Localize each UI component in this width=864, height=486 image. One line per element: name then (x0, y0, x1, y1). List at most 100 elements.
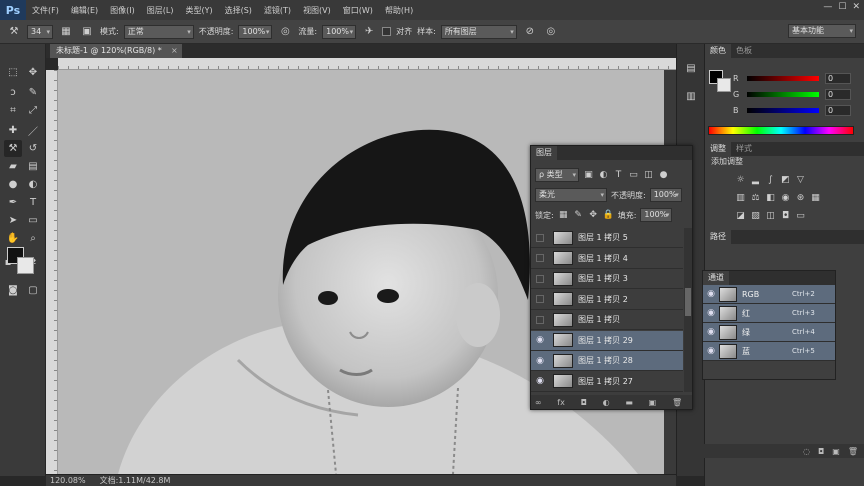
channel-mixer-icon[interactable]: ⊛ (795, 192, 806, 203)
lock-pixels-icon[interactable]: ✎ (573, 210, 584, 221)
pressure-size-icon[interactable]: ◎ (543, 24, 559, 40)
layer-name[interactable]: 图层 1 拷贝 27 (578, 376, 633, 387)
layer-row[interactable]: ◉ 图层 1 拷贝 27 (531, 372, 683, 392)
pressure-opacity-icon[interactable]: ◎ (277, 24, 293, 40)
dodge-tool-icon[interactable]: ◐ (24, 176, 42, 193)
document-tab[interactable]: 未标题-1 @ 120%(RGB/8) * × (50, 44, 182, 58)
lock-transparent-icon[interactable]: ▦ (558, 210, 569, 221)
layer-name[interactable]: 图层 1 拷贝 2 (578, 294, 628, 305)
layer-name[interactable]: 图层 1 拷贝 3 (578, 273, 628, 284)
layer-style-icon[interactable]: fx (557, 398, 565, 407)
tab-layers[interactable]: 图层 (531, 146, 557, 160)
eye-icon[interactable]: ◉ (703, 342, 719, 361)
eraser-tool-icon[interactable]: ▰ (4, 158, 22, 175)
vibrance-icon[interactable]: ▽ (795, 174, 806, 185)
filter-smart-icon[interactable]: ◫ (643, 170, 654, 181)
layer-name[interactable]: 图层 1 拷贝 4 (578, 253, 628, 264)
gradient-tool-icon[interactable]: ▤ (24, 158, 42, 175)
menu-type[interactable]: 类型(Y) (179, 5, 218, 16)
channel-row-rgb[interactable]: ◉ RGB Ctrl+2 (703, 285, 835, 304)
layer-row[interactable]: ◉ 图层 1 拷贝 29 (531, 330, 683, 351)
new-group-icon[interactable]: ▬ (625, 398, 633, 407)
zoom-tool-icon[interactable]: ⌕ (24, 230, 42, 247)
tab-adjustments[interactable]: 调整 (705, 142, 731, 156)
eye-icon[interactable]: ◉ (531, 351, 549, 371)
type-tool-icon[interactable]: T (24, 194, 42, 211)
clone-source-icon[interactable]: ▣ (79, 24, 95, 40)
menu-layer[interactable]: 图层(L) (141, 5, 180, 16)
marquee-tool-icon[interactable]: ⬚ (4, 64, 22, 81)
menu-image[interactable]: 图像(I) (104, 5, 141, 16)
invert-icon[interactable]: ◪ (735, 210, 746, 221)
blue-slider[interactable] (747, 107, 819, 113)
eye-icon[interactable]: ◉ (703, 304, 719, 323)
menu-window[interactable]: 窗口(W) (337, 5, 379, 16)
menu-view[interactable]: 视图(V) (297, 5, 337, 16)
airbrush-icon[interactable]: ✈ (361, 24, 377, 40)
eye-icon[interactable]: ◉ (703, 323, 719, 342)
visibility-toggle[interactable] (531, 289, 549, 309)
layer-name[interactable]: 图层 1 拷贝 29 (578, 335, 633, 346)
layer-row[interactable]: 图层 1 拷贝 3 (531, 269, 683, 289)
selective-color-icon[interactable]: ◘ (780, 210, 791, 221)
layer-row[interactable]: ◉ 图层 1 拷贝 28 (531, 351, 683, 371)
tab-swatches[interactable]: 色板 (731, 44, 757, 58)
load-selection-icon[interactable]: ◌ (803, 447, 810, 456)
menu-filter[interactable]: 滤镜(T) (258, 5, 297, 16)
add-mask-icon[interactable]: ◘ (581, 398, 587, 407)
layer-list-scrollbar[interactable] (684, 228, 692, 392)
crop-tool-icon[interactable]: ⌗ (4, 102, 22, 119)
lasso-tool-icon[interactable]: ↄ (4, 84, 22, 101)
visibility-toggle[interactable] (531, 269, 549, 289)
lock-all-icon[interactable]: 🔒 (603, 210, 614, 221)
eye-icon[interactable]: ◉ (703, 285, 719, 304)
channel-row-red[interactable]: ◉ 红 Ctrl+3 (703, 304, 835, 323)
layer-row[interactable]: 图层 1 拷贝 4 (531, 249, 683, 269)
layer-name[interactable]: 图层 1 拷贝 (578, 314, 620, 325)
channel-row-green[interactable]: ◉ 绿 Ctrl+4 (703, 323, 835, 342)
layer-row[interactable]: 图层 1 拷贝 2 (531, 290, 683, 310)
hue-saturation-icon[interactable]: ▥ (735, 192, 746, 203)
healing-brush-tool-icon[interactable]: ✚ (4, 122, 22, 139)
path-select-tool-icon[interactable]: ➤ (4, 212, 22, 229)
eyedropper-tool-icon[interactable]: ⤢ (24, 102, 42, 119)
filter-type-icon[interactable]: T (613, 170, 624, 181)
blue-value[interactable]: 0 (825, 104, 851, 116)
fill-input[interactable]: 100% (640, 208, 673, 222)
gradient-map-icon[interactable]: ▭ (795, 210, 806, 221)
sample-select[interactable]: 所有图层 (440, 24, 517, 39)
maximize-button[interactable]: ☐ (838, 2, 846, 12)
layer-row[interactable]: 图层 1 拷贝 (531, 310, 683, 330)
background-color-swatch[interactable] (17, 257, 34, 274)
layer-opacity-input[interactable]: 100% (649, 188, 682, 202)
layer-filter-select[interactable]: ρ 类型 (535, 168, 579, 182)
close-document-icon[interactable]: × (171, 44, 178, 58)
ignore-adjustment-icon[interactable]: ⊘ (522, 24, 538, 40)
tab-color[interactable]: 颜色 (705, 44, 731, 58)
clone-stamp-tool-icon[interactable]: ⚒ (4, 140, 22, 157)
history-panel-icon[interactable]: ▤ (683, 60, 699, 76)
clone-stamp-tool-icon[interactable]: ⚒ (6, 24, 22, 40)
quick-select-tool-icon[interactable]: ✎ (24, 84, 42, 101)
blend-mode-select[interactable]: 柔光 (535, 188, 607, 202)
minimize-button[interactable]: — (823, 2, 832, 12)
move-tool-icon[interactable]: ✥ (24, 64, 42, 81)
curves-icon[interactable]: ∫ (765, 174, 776, 185)
close-button[interactable]: ✕ (852, 2, 860, 12)
visibility-toggle[interactable] (531, 228, 549, 248)
screen-mode-icon[interactable]: ▢ (24, 282, 42, 299)
menu-select[interactable]: 选择(S) (219, 5, 258, 16)
layer-row[interactable]: 图层 1 拷贝 5 (531, 228, 683, 248)
layer-name[interactable]: 图层 1 拷贝 5 (578, 232, 628, 243)
green-slider[interactable] (747, 91, 819, 97)
threshold-icon[interactable]: ◫ (765, 210, 776, 221)
aligned-checkbox[interactable] (382, 27, 392, 36)
color-panel-background[interactable] (717, 78, 731, 92)
zoom-level[interactable]: 120.08% (50, 476, 86, 485)
layer-list-scroll-thumb[interactable] (685, 288, 691, 316)
color-balance-icon[interactable]: ⚖ (750, 192, 761, 203)
filter-adjustment-icon[interactable]: ◐ (598, 170, 609, 181)
visibility-toggle[interactable] (531, 248, 549, 268)
flow-input[interactable]: 100% (322, 24, 357, 39)
horizontal-ruler[interactable] (58, 58, 676, 70)
